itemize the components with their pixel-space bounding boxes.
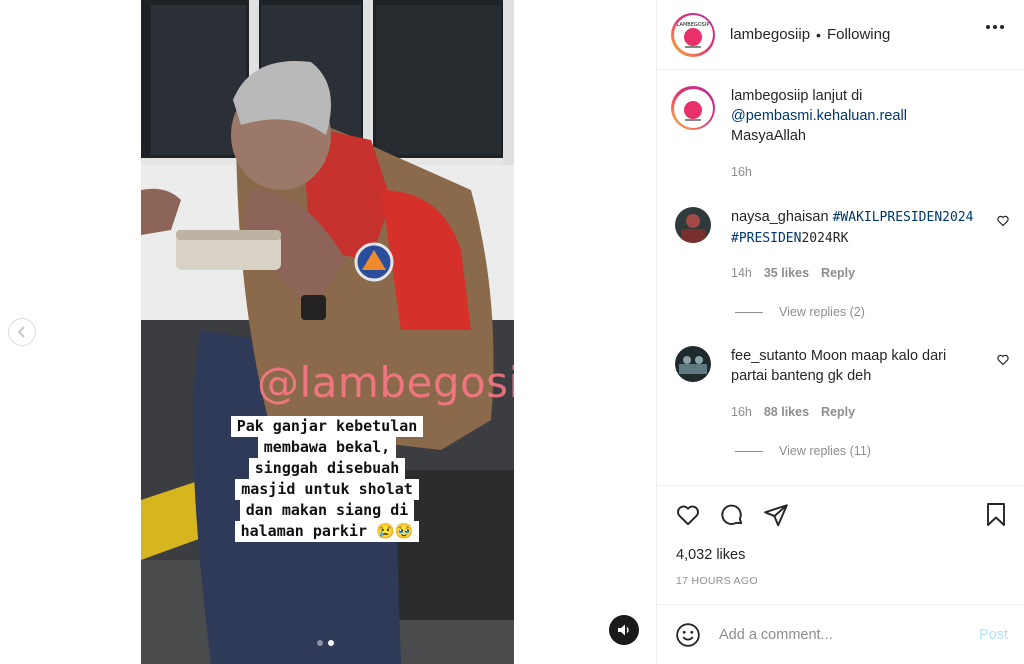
likes-count[interactable]: 4,032 likes — [676, 547, 745, 563]
comment-bubble-icon[interactable] — [719, 502, 745, 528]
user-avatar-image — [675, 346, 711, 382]
replies-divider-line — [735, 311, 763, 313]
speaker-icon — [618, 624, 629, 636]
replies-divider-line — [735, 450, 763, 452]
view-replies-label: View replies (2) — [779, 305, 865, 319]
hashtag-link[interactable]: #PRESIDEN2024RK — [731, 231, 848, 246]
caption-timestamp[interactable]: 16h — [731, 165, 752, 179]
view-replies-button[interactable]: View replies (2) — [735, 305, 865, 319]
share-paper-plane-icon[interactable] — [763, 502, 789, 528]
header-separator: • — [816, 26, 821, 43]
avatar[interactable] — [675, 207, 711, 243]
avatar-image: LAMBEGOSIP — [673, 15, 713, 54]
video-caption-overlay: Pak ganjar kebetulan membawa bekal, sing… — [221, 416, 433, 542]
post-author-username[interactable]: lambegosiip — [730, 26, 810, 43]
comment-text: fee_sutanto Moon maap kalo dari partai b… — [731, 346, 981, 386]
reply-button[interactable]: Reply — [821, 266, 855, 280]
post-comment-button[interactable]: Post — [979, 627, 1008, 643]
post-detail-pane: LAMBEGOSIP lambegosiip • Following lambe… — [656, 0, 1024, 664]
comment-text: naysa_ghaisan #WAKILPRESIDEN2024 #PRESID… — [731, 207, 981, 249]
view-replies-button[interactable]: View replies (11) — [735, 444, 871, 458]
following-button[interactable]: Following — [827, 26, 890, 43]
like-comment-heart-icon[interactable] — [997, 215, 1009, 227]
media-pane: @lambegosiip Pak ganjar kebetulan membaw… — [0, 0, 656, 664]
post-header: LAMBEGOSIP lambegosiip • Following — [657, 0, 1024, 70]
more-options-icon[interactable] — [986, 25, 1004, 29]
comment-likes-count[interactable]: 88 likes — [764, 405, 809, 419]
video-caption-line: membawa bekal, — [257, 437, 397, 458]
caption-body: MasyaAllah — [731, 128, 806, 144]
comment-likes-count[interactable]: 35 likes — [764, 266, 809, 280]
mention-link[interactable]: @pembasmi.kehaluan.reall — [731, 108, 907, 124]
comment-username[interactable]: naysa_ghaisan — [731, 209, 829, 225]
post-actions: 4,032 likes 17 HOURS AGO — [657, 485, 1024, 603]
previous-media-button[interactable] — [8, 318, 36, 346]
like-heart-icon[interactable] — [675, 502, 701, 528]
comment-meta: 14h 35 likes Reply — [731, 266, 855, 280]
carousel-dot-active — [328, 640, 334, 646]
comment-meta: 16h 88 likes Reply — [731, 405, 855, 419]
logo-text: LAMBEGOSIP — [677, 22, 710, 28]
avatar[interactable] — [675, 346, 711, 382]
caption-username[interactable]: lambegosiip — [731, 88, 808, 104]
chevron-left-icon — [17, 326, 25, 338]
save-bookmark-icon[interactable] — [984, 502, 1008, 528]
avatar-image — [673, 88, 713, 128]
more-dot — [993, 25, 997, 29]
video-caption-line: halaman parkir 😢🥹 — [234, 521, 420, 542]
hashtag-link[interactable]: #WAKILPRESIDEN2024 — [833, 210, 974, 225]
more-dot — [1000, 25, 1004, 29]
reply-button[interactable]: Reply — [821, 405, 855, 419]
user-avatar-image — [675, 207, 711, 243]
lambegosip-logo-icon: LAMBEGOSIP — [677, 22, 710, 48]
caption-intro: lanjut di — [812, 88, 863, 104]
video-caption-line: dan makan siang di — [239, 500, 415, 521]
comment-timestamp[interactable]: 16h — [731, 405, 752, 419]
video-watermark: @lambegosiip — [257, 358, 514, 407]
avatar[interactable] — [671, 86, 715, 130]
lambegosip-logo-icon — [684, 101, 702, 121]
mute-toggle-button[interactable] — [609, 615, 639, 645]
hashtag-link-text: #PRESIDEN — [731, 231, 802, 246]
carousel-indicator — [317, 640, 334, 646]
view-replies-label: View replies (11) — [779, 444, 871, 458]
add-comment-bar: Post — [657, 604, 1024, 664]
action-icons — [675, 502, 789, 528]
comment-input[interactable] — [719, 626, 949, 643]
post-timestamp[interactable]: 17 HOURS AGO — [676, 575, 758, 587]
like-comment-heart-icon[interactable] — [997, 354, 1009, 366]
video-caption-line: masjid untuk sholat — [235, 479, 419, 500]
emoji-icon[interactable] — [675, 622, 701, 648]
hashtag-suffix: 2024RK — [801, 231, 849, 246]
more-dot — [986, 25, 990, 29]
video-frame — [141, 0, 514, 664]
comment-timestamp[interactable]: 14h — [731, 266, 752, 280]
comment-username[interactable]: fee_sutanto — [731, 348, 807, 364]
post-caption: lambegosiip lanjut di @pembasmi.kehaluan… — [671, 86, 971, 146]
video-caption-line: Pak ganjar kebetulan — [230, 416, 424, 437]
post-media-video[interactable]: @lambegosiip Pak ganjar kebetulan membaw… — [141, 0, 514, 664]
comments-list[interactable]: lambegosiip lanjut di @pembasmi.kehaluan… — [657, 71, 1024, 485]
caption-text: lambegosiip lanjut di @pembasmi.kehaluan… — [731, 86, 971, 146]
avatar[interactable]: LAMBEGOSIP — [671, 12, 715, 57]
carousel-dot — [317, 640, 323, 646]
video-caption-line: singgah disebuah — [248, 458, 406, 479]
